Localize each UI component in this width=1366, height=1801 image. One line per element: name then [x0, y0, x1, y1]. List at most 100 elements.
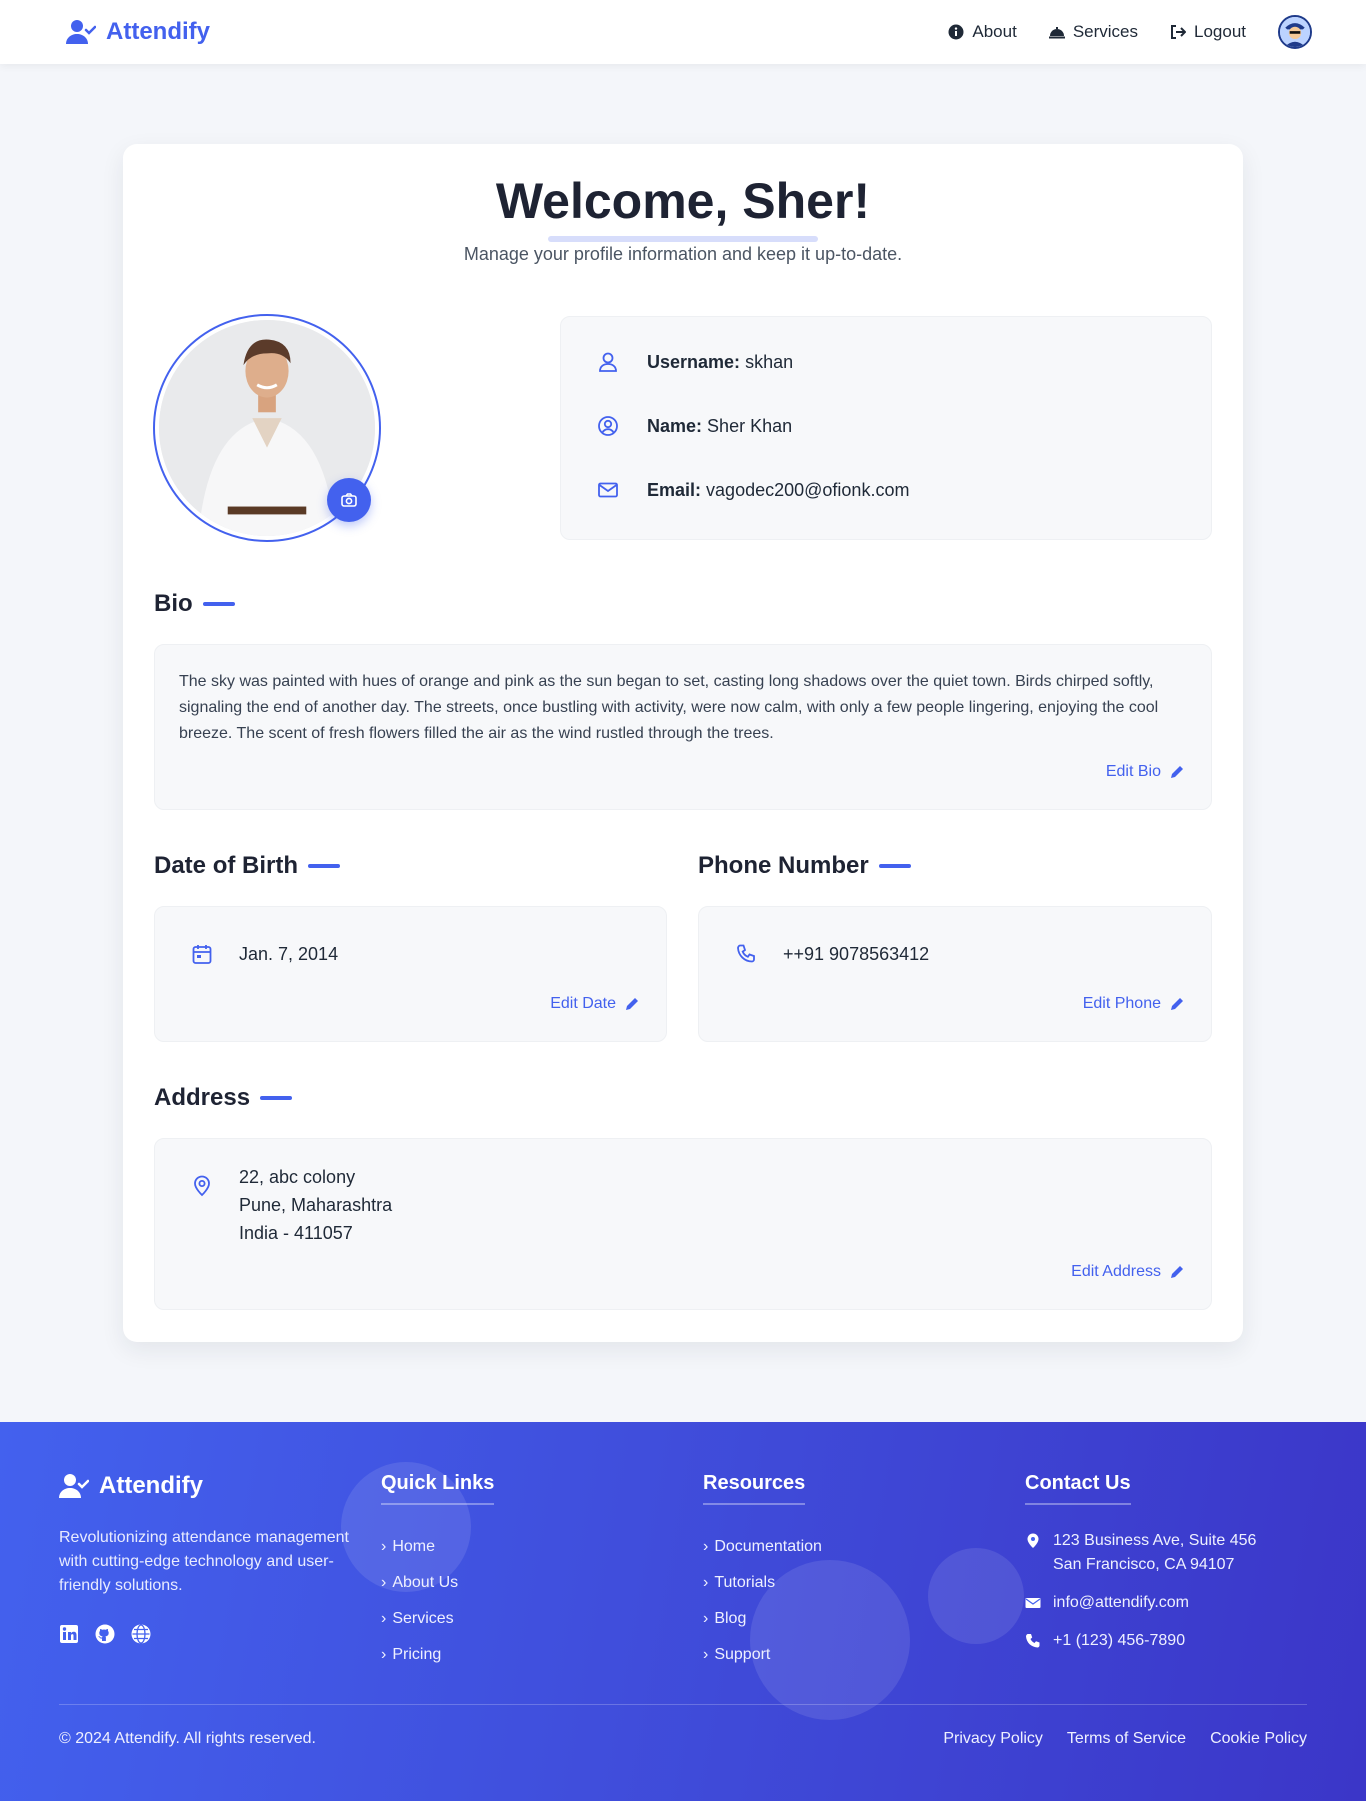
contact-email[interactable]: info@attendify.com: [1025, 1591, 1256, 1615]
footer-link-blog[interactable]: › Blog: [703, 1601, 822, 1637]
user-icon: [599, 352, 617, 372]
email-value: vagodec200@ofionk.com: [706, 479, 910, 500]
chevron-right-icon: ›: [381, 1610, 387, 1627]
phone-icon: [737, 944, 755, 963]
edit-date-label: Edit Date: [550, 995, 616, 1012]
contact-phone[interactable]: +1 (123) 456-7890: [1025, 1629, 1256, 1653]
brand-logo[interactable]: Attendify: [66, 18, 210, 46]
social-links: [59, 1624, 151, 1644]
edit-bio-link[interactable]: Edit Bio: [1106, 763, 1185, 781]
decorative-circle: [928, 1548, 1024, 1644]
address-box: 22, abc colony Pune, Maharashtra India -…: [154, 1138, 1212, 1310]
welcome-title: Welcome, Sher!: [495, 173, 871, 229]
edit-phone-link[interactable]: Edit Phone: [1083, 995, 1185, 1013]
phone-box: ++91 9078563412 Edit Phone: [698, 906, 1212, 1042]
nav-services-label: Services: [1072, 22, 1138, 41]
pencil-icon: [1171, 1266, 1183, 1278]
email-row: Email: vagodec200@ofionk.com: [597, 479, 909, 501]
footer-link-pricing[interactable]: › Pricing: [381, 1637, 494, 1673]
address-heading: Address: [154, 1084, 293, 1112]
user-check-icon: [66, 20, 96, 44]
user-circle-icon: [598, 416, 618, 436]
name-row: Name: Sher Khan: [597, 415, 792, 437]
resources-title: Resources: [703, 1472, 806, 1505]
footer-link-home[interactable]: › Home: [381, 1529, 494, 1565]
footer: Attendify Revolutionizing attendance man…: [0, 1422, 1366, 1801]
account-info-panel: Username: skhan Name: Sher Khan Email: v…: [560, 316, 1212, 540]
address-title: Address: [154, 1084, 251, 1111]
pencil-icon: [1171, 766, 1183, 778]
calendar-icon: [192, 945, 212, 964]
contact-column: Contact Us 123 Business Ave, Suite 456 S…: [1025, 1472, 1256, 1653]
bio-heading: Bio: [154, 590, 235, 618]
contact-address: 123 Business Ave, Suite 456 San Francisc…: [1025, 1529, 1256, 1577]
dob-value: Jan. 7, 2014: [239, 943, 339, 964]
quick-links-title: Quick Links: [381, 1472, 495, 1505]
user-avatar[interactable]: [1278, 15, 1312, 49]
edit-address-link[interactable]: Edit Address: [1071, 1263, 1185, 1281]
nav-logout[interactable]: Logout: [1170, 22, 1246, 42]
footer-link-services[interactable]: › Services: [381, 1601, 494, 1637]
contact-address-line2: San Francisco, CA 94107: [1053, 1556, 1235, 1573]
change-photo-button[interactable]: [327, 478, 371, 522]
nav-services[interactable]: Services: [1048, 22, 1138, 42]
dob-box: Jan. 7, 2014 Edit Date: [154, 906, 667, 1042]
title-underline: [548, 236, 818, 242]
address-line3: India - 411057: [239, 1223, 353, 1243]
service-bell-icon: [1048, 27, 1065, 39]
name-label: Name:: [647, 415, 703, 436]
linkedin-icon[interactable]: [59, 1624, 79, 1644]
username-label: Username:: [647, 351, 741, 372]
footer-link-tutorials[interactable]: › Tutorials: [703, 1565, 822, 1601]
phone-heading: Phone Number: [698, 852, 911, 880]
phone-value: ++91 9078563412: [783, 943, 930, 964]
quick-links-list: › Home › About Us › Services › Pricing: [381, 1529, 494, 1673]
contact-list: 123 Business Ave, Suite 456 San Francisc…: [1025, 1529, 1256, 1653]
footer-divider: [59, 1704, 1307, 1705]
phone-icon: [1026, 1634, 1040, 1648]
privacy-policy-link[interactable]: Privacy Policy: [943, 1730, 1043, 1748]
nav-about[interactable]: About: [948, 22, 1017, 42]
cookie-policy-link[interactable]: Cookie Policy: [1210, 1730, 1307, 1748]
footer-brand[interactable]: Attendify: [59, 1472, 203, 1500]
navbar: Attendify About Services Logout: [0, 0, 1366, 64]
map-marker-icon: [1027, 1533, 1039, 1548]
phone-title: Phone Number: [698, 852, 869, 879]
quick-links-column: Quick Links › Home › About Us › Services › P…: [381, 1472, 495, 1673]
dob-heading: Date of Birth: [154, 852, 340, 880]
user-check-icon: [59, 1474, 89, 1498]
nav-about-label: About: [972, 22, 1017, 41]
welcome-subtitle: Manage your profile information and keep…: [463, 244, 903, 264]
chevron-right-icon: ›: [381, 1538, 387, 1555]
contact-address-line1: 123 Business Ave, Suite 456: [1053, 1532, 1257, 1549]
bio-text: The sky was painted with hues of orange …: [179, 673, 1159, 742]
address-line1: 22, abc colony: [239, 1167, 356, 1187]
heading-accent-bar: [308, 864, 340, 868]
footer-brand-name: Attendify: [99, 1472, 203, 1499]
phone-row: ++91 9078563412: [735, 943, 929, 965]
address-row: 22, abc colony Pune, Maharashtra India -…: [191, 1165, 392, 1245]
resources-column: Resources › Documentation › Tutorials › Blo…: [703, 1472, 822, 1673]
address-line2: Pune, Maharashtra: [239, 1195, 393, 1215]
heading-accent-bar: [202, 602, 235, 606]
footer-link-about[interactable]: › About Us: [381, 1565, 494, 1601]
camera-icon: [341, 493, 357, 507]
edit-date-link[interactable]: Edit Date: [550, 995, 640, 1013]
name-value: Sher Khan: [707, 415, 793, 436]
edit-bio-label: Edit Bio: [1105, 763, 1161, 780]
brand-name: Attendify: [106, 18, 210, 45]
chevron-right-icon: ›: [703, 1610, 709, 1627]
bio-box: The sky was painted with hues of orange …: [154, 644, 1212, 810]
terms-of-service-link[interactable]: Terms of Service: [1067, 1730, 1186, 1748]
contact-phone-value: +1 (123) 456-7890: [1053, 1632, 1186, 1649]
logout-icon: [1171, 25, 1186, 39]
footer-link-documentation[interactable]: › Documentation: [703, 1529, 822, 1565]
globe-icon[interactable]: [131, 1624, 151, 1644]
chevron-right-icon: ›: [703, 1574, 709, 1591]
dob-row: Jan. 7, 2014: [191, 943, 338, 965]
github-icon[interactable]: [95, 1624, 115, 1644]
contact-title: Contact Us: [1025, 1472, 1131, 1505]
avatar-image: [1280, 17, 1310, 47]
chevron-right-icon: ›: [703, 1646, 709, 1663]
footer-link-support[interactable]: › Support: [703, 1637, 822, 1673]
